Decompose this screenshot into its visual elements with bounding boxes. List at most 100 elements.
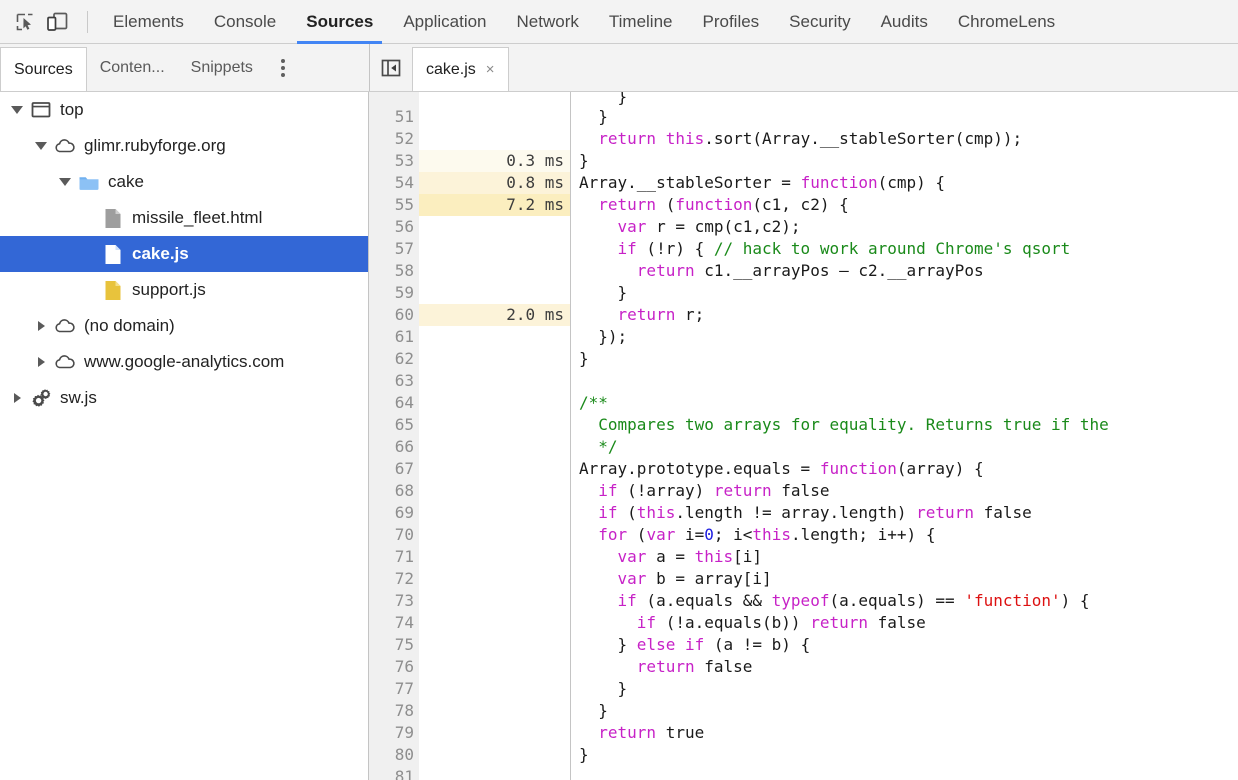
line-number[interactable]: 70 [369,524,419,546]
line-number[interactable]: 64 [369,392,419,414]
code-line[interactable]: 58 return c1.__arrayPos – c2.__arrayPos [369,260,1238,282]
close-icon[interactable]: × [486,62,495,77]
line-content[interactable]: Array.__stableSorter = function(cmp) { [571,172,1238,194]
file-navigator[interactable]: topglimr.rubyforge.orgcakemissile_fleet.… [0,92,368,780]
code-line[interactable]: 69 if (this.length != array.length) retu… [369,502,1238,524]
code-line[interactable]: 79 return true [369,722,1238,744]
code-line[interactable]: 51 } [369,106,1238,128]
tree-item-support-js[interactable]: support.js [0,272,368,308]
main-tab-audits[interactable]: Audits [866,0,943,44]
line-number[interactable]: 52 [369,128,419,150]
main-tab-console[interactable]: Console [199,0,291,44]
main-tab-elements[interactable]: Elements [98,0,199,44]
line-number[interactable]: 63 [369,370,419,392]
code-line[interactable]: 64 /** [369,392,1238,414]
line-number[interactable]: 53 [369,150,419,172]
code-line[interactable]: 540.8 msArray.__stableSorter = function(… [369,172,1238,194]
line-content[interactable]: var a = this[i] [571,546,1238,568]
main-tab-security[interactable]: Security [774,0,865,44]
line-content[interactable]: return this.sort(Array.__stableSorter(cm… [571,128,1238,150]
line-content[interactable]: if (!a.equals(b)) return false [571,612,1238,634]
main-tab-network[interactable]: Network [502,0,594,44]
line-number[interactable]: 56 [369,216,419,238]
code-line[interactable]: 602.0 ms return r; [369,304,1238,326]
code-line[interactable]: 76 return false [369,656,1238,678]
line-content[interactable]: } [571,282,1238,304]
line-number[interactable]: 67 [369,458,419,480]
tree-item-missile_fleet-html[interactable]: missile_fleet.html [0,200,368,236]
line-number[interactable] [369,92,419,106]
code-line[interactable]: 71 var a = this[i] [369,546,1238,568]
source-code-editor[interactable]: }51 }52 return this.sort(Array.__stableS… [369,92,1238,780]
tree-item-cake-js[interactable]: cake.js [0,236,368,272]
chevron-down-icon[interactable] [6,106,28,114]
line-number[interactable]: 81 [369,766,419,780]
code-line[interactable]: 557.2 ms return (function(c1, c2) { [369,194,1238,216]
line-number[interactable]: 76 [369,656,419,678]
code-line[interactable]: 67 Array.prototype.equals = function(arra… [369,458,1238,480]
line-content[interactable] [571,766,1238,780]
line-number[interactable]: 51 [369,106,419,128]
chevron-down-icon[interactable] [30,142,52,150]
code-line[interactable]: 61 }); [369,326,1238,348]
line-content[interactable]: return true [571,722,1238,744]
code-line[interactable]: 66 */ [369,436,1238,458]
line-content[interactable]: } else if (a != b) { [571,634,1238,656]
line-number[interactable]: 79 [369,722,419,744]
tree-item-top[interactable]: top [0,92,368,128]
line-content[interactable]: } [571,744,1238,766]
line-content[interactable]: } [571,106,1238,128]
inspect-element-icon[interactable] [9,7,41,37]
line-content[interactable]: return false [571,656,1238,678]
line-content[interactable]: if (this.length != array.length) return … [571,502,1238,524]
code-line[interactable]: 62} [369,348,1238,370]
line-number[interactable]: 66 [369,436,419,458]
line-content[interactable]: } [571,92,1238,106]
more-options-icon[interactable] [266,44,300,91]
navigator-tab-conten[interactable]: Conten... [87,44,178,91]
line-number[interactable]: 54 [369,172,419,194]
line-number[interactable]: 72 [369,568,419,590]
line-content[interactable]: } [571,348,1238,370]
code-line[interactable]: 52 return this.sort(Array.__stableSorter… [369,128,1238,150]
line-content[interactable]: }); [571,326,1238,348]
code-line[interactable]: 77 } [369,678,1238,700]
code-line[interactable]: } [369,92,1238,106]
line-content[interactable]: var r = cmp(c1,c2); [571,216,1238,238]
line-number[interactable]: 77 [369,678,419,700]
line-content[interactable]: if (a.equals && typeof(a.equals) == 'fun… [571,590,1238,612]
line-number[interactable]: 60 [369,304,419,326]
code-line[interactable]: 68 if (!array) return false [369,480,1238,502]
line-content[interactable]: if (!r) { // hack to work around Chrome'… [571,238,1238,260]
tree-item-glimr-rubyforge-org[interactable]: glimr.rubyforge.org [0,128,368,164]
chevron-right-icon[interactable] [6,393,28,403]
line-content[interactable]: for (var i=0; i<this.length; i++) { [571,524,1238,546]
line-number[interactable]: 71 [369,546,419,568]
code-line[interactable]: 81 [369,766,1238,780]
line-content[interactable]: */ [571,436,1238,458]
line-number[interactable]: 59 [369,282,419,304]
tree-item--no-domain-[interactable]: (no domain) [0,308,368,344]
code-line[interactable]: 56 var r = cmp(c1,c2); [369,216,1238,238]
line-content[interactable]: } [571,150,1238,172]
file-tab-cakejs[interactable]: cake.js× [412,47,509,91]
code-line[interactable]: 70 for (var i=0; i<this.length; i++) { [369,524,1238,546]
line-number[interactable]: 55 [369,194,419,216]
code-line[interactable]: 80} [369,744,1238,766]
tree-item-sw-js[interactable]: sw.js [0,380,368,416]
line-number[interactable]: 78 [369,700,419,722]
line-number[interactable]: 74 [369,612,419,634]
chevron-right-icon[interactable] [30,357,52,367]
line-content[interactable]: Array.prototype.equals = function(array)… [571,458,1238,480]
line-content[interactable]: Compares two arrays for equality. Return… [571,414,1238,436]
chevron-right-icon[interactable] [30,321,52,331]
main-tab-sources[interactable]: Sources [291,0,388,44]
main-tab-timeline[interactable]: Timeline [594,0,688,44]
line-content[interactable]: if (!array) return false [571,480,1238,502]
line-content[interactable]: return c1.__arrayPos – c2.__arrayPos [571,260,1238,282]
line-content[interactable]: var b = array[i] [571,568,1238,590]
code-line[interactable]: 72 var b = array[i] [369,568,1238,590]
line-content[interactable]: /** [571,392,1238,414]
main-tab-chromelens[interactable]: ChromeLens [943,0,1070,44]
line-content[interactable] [571,370,1238,392]
